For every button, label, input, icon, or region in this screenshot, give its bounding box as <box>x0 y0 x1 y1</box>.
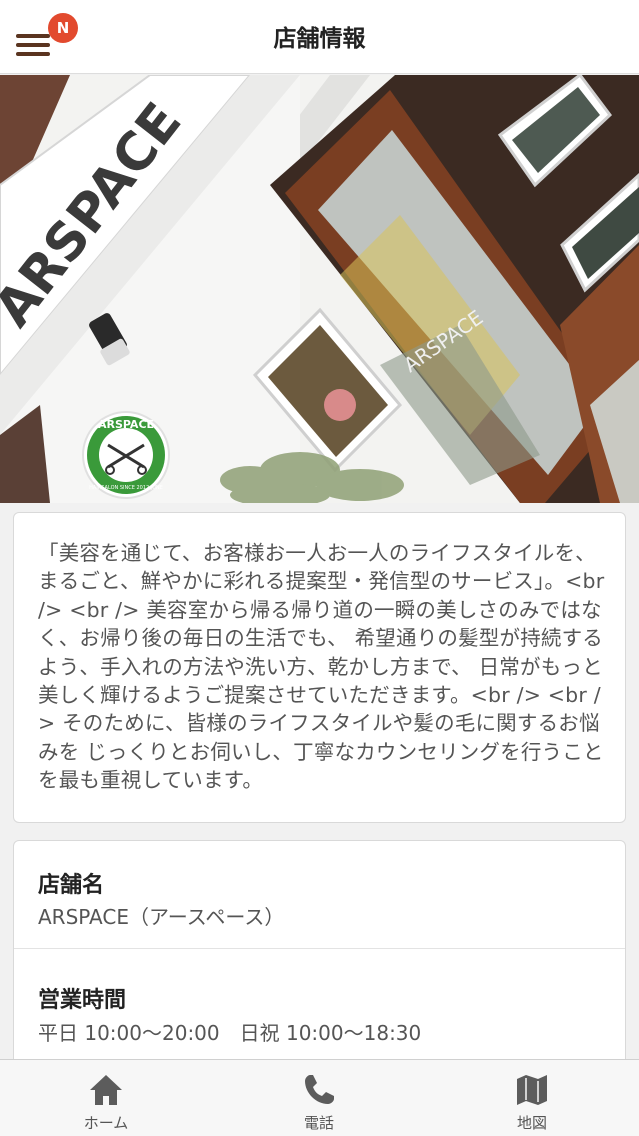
nav-label: 電話 <box>303 1114 334 1132</box>
store-photo: ARSPACE ARSPACE ARSPACE HAIRSALON SINCE … <box>0 75 639 503</box>
nav-map[interactable]: 地図 <box>472 1060 592 1136</box>
logo-subtext: HAIRSALON SINCE 2012 JUNE <box>89 485 163 491</box>
info-label: 営業時間 <box>38 988 127 1013</box>
salon-logo: ARSPACE HAIRSALON SINCE 2012 JUNE <box>82 411 170 499</box>
info-row-store-name: 店舗名 ARSPACE（アースペース） <box>14 841 625 949</box>
info-value: 平日 10:00〜20:00 日祝 10:00〜18:30 <box>38 1021 422 1045</box>
page-title: 店舗情報 <box>273 26 366 52</box>
bottom-nav: ホーム 電話 地図 <box>0 1059 639 1136</box>
info-value: ARSPACE（アースペース） <box>38 905 285 929</box>
nav-label: ホーム <box>83 1114 129 1132</box>
store-description: 「美容を通じて、お客様お一人お一人のライフスタイルを、まるごと、鮮やかに彩れる提… <box>38 541 605 793</box>
nav-phone[interactable]: 電話 <box>259 1060 379 1136</box>
nav-label: 地図 <box>516 1114 547 1132</box>
logo-text: ARSPACE <box>98 418 154 431</box>
phone-icon <box>305 1075 334 1104</box>
home-icon <box>90 1075 122 1105</box>
nav-home[interactable]: ホーム <box>46 1060 166 1136</box>
description-card: 「美容を通じて、お客様お一人お一人のライフスタイルを、まるごと、鮮やかに彩れる提… <box>13 512 626 823</box>
map-icon <box>517 1075 547 1105</box>
app-header: N 店舗情報 <box>0 0 639 74</box>
info-label: 店舗名 <box>38 873 105 898</box>
store-info-card: 店舗名 ARSPACE（アースペース） 営業時間 平日 10:00〜20:00 … <box>13 840 626 1080</box>
